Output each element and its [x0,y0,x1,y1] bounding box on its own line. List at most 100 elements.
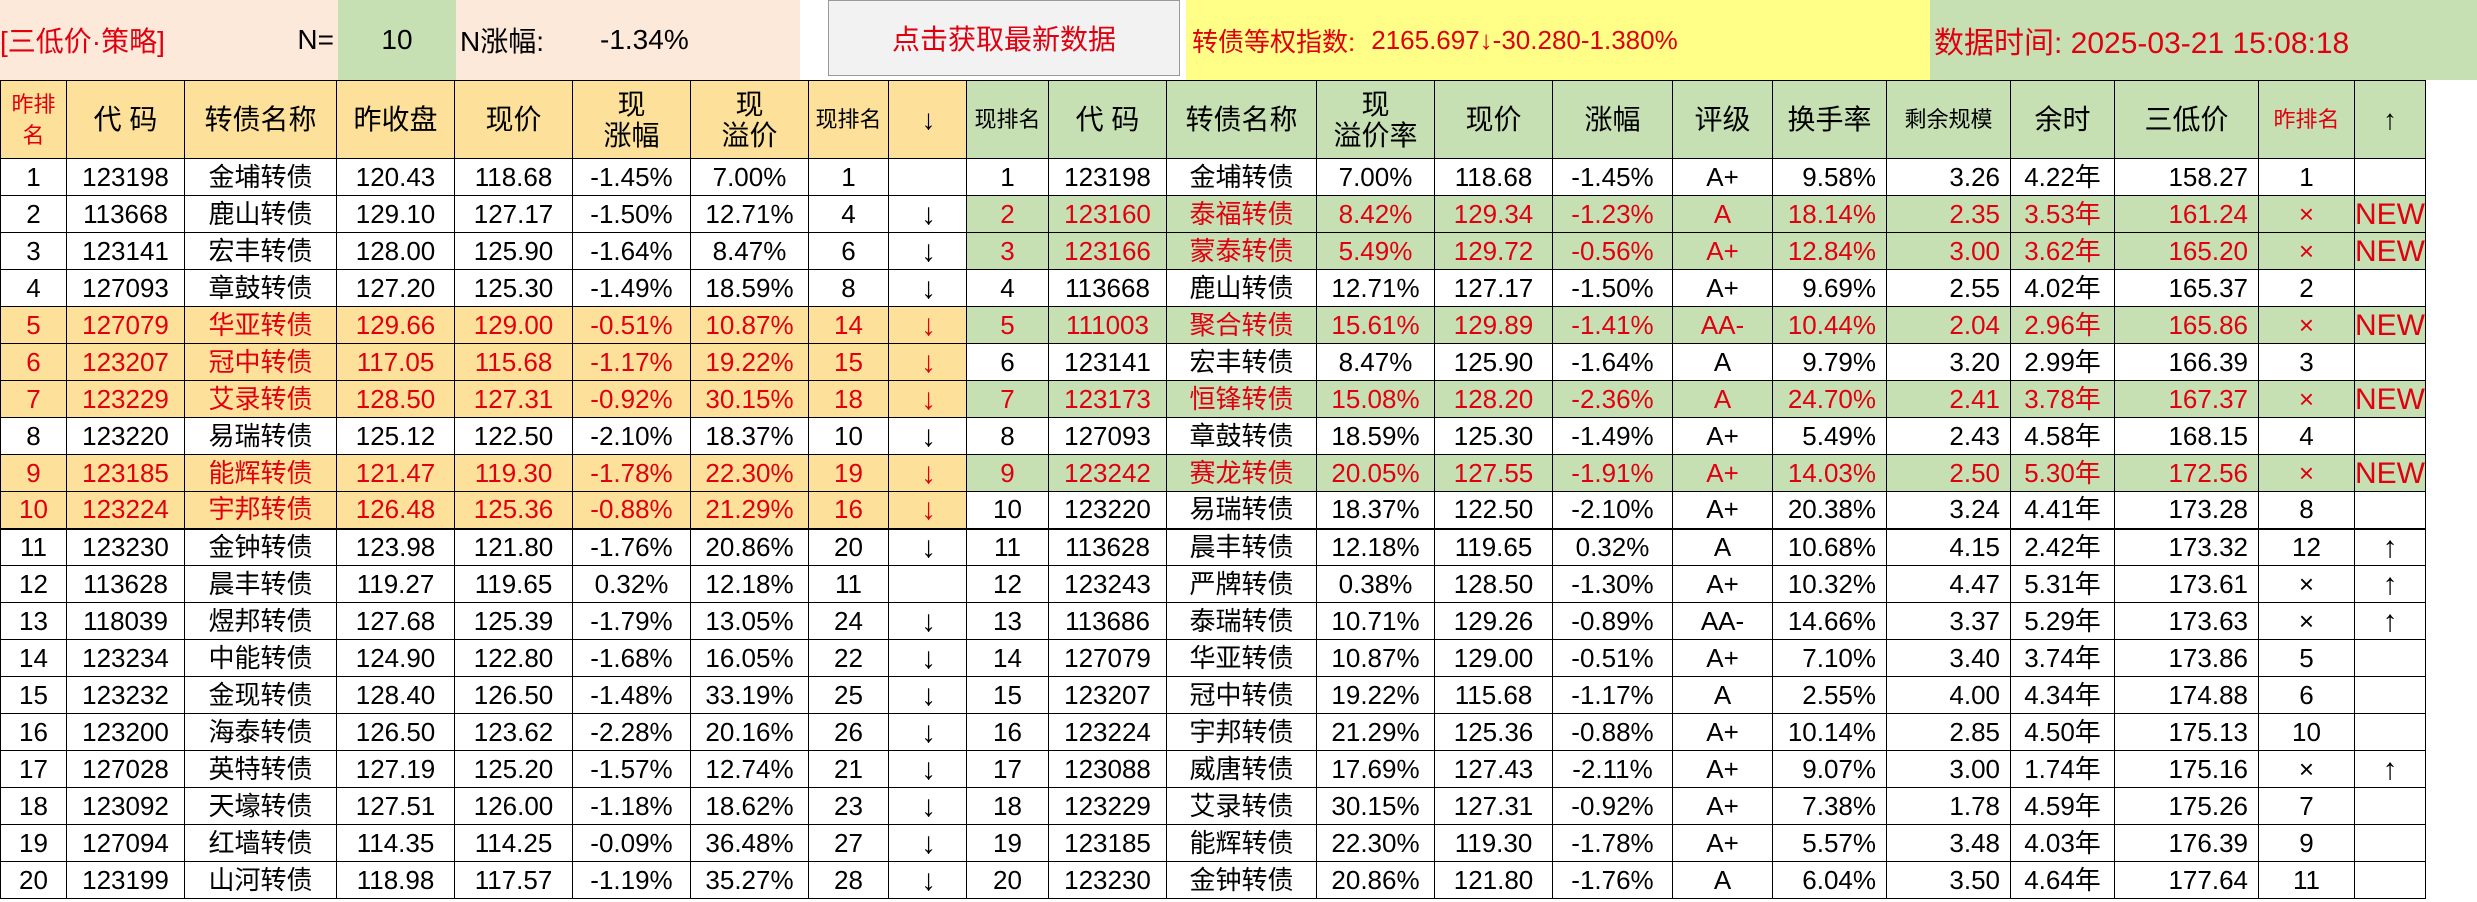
right-table-cell: 30.15% [1316,787,1435,825]
right-table-cell: 3.62年 [2010,232,2115,270]
table-row[interactable]: 8 127093 章鼓转债 18.59% 125.30 -1.49% A+ 5.49% 2.43… [966,417,2426,455]
right-table-header-col-3: 现 溢价率 [1316,80,1435,159]
left-table-header-col-7: 现排名 [808,80,889,159]
right-table-cell: 174.88 [2114,676,2259,714]
right-table-cell: 20.05% [1316,454,1435,492]
right-table-cell: 15 [966,676,1049,714]
table-row[interactable]: 6 123141 宏丰转债 8.47% 125.90 -1.64% A 9.79% 3.20 2.… [966,343,2426,381]
table-row[interactable]: 4 127093 章鼓转债 127.20 125.30 -1.49% 18.59% 8 ↓ [0,269,969,307]
right-table-cell: 129.89 [1434,306,1553,344]
left-table-cell: 23 [808,787,889,825]
table-row[interactable]: 13 118039 煜邦转债 127.68 125.39 -1.79% 13.05% 24 ↓ [0,602,969,640]
right-table-cell: 3.53年 [2010,195,2115,233]
right-table-header-col-11: 昨排名 [2258,80,2355,159]
right-table-header-col-2: 转债名称 [1166,80,1317,159]
left-table-cell: -2.28% [572,713,691,751]
right-table-cell: 15.08% [1316,380,1435,418]
left-table-cell: 129.10 [336,195,455,233]
left-table-cell: 18.62% [690,787,809,825]
left-table-cell: 8 [808,269,889,307]
n-value-cell[interactable]: 10 [338,0,456,80]
strategy-label-text: [三低价·策略] [0,26,165,57]
table-row[interactable]: 19 123185 能辉转债 22.30% 119.30 -1.78% A+ 5.57% 3.4… [966,824,2426,862]
table-row[interactable]: 1 123198 金埔转债 7.00% 118.68 -1.45% A+ 9.58% 3.26 4… [966,158,2426,196]
table-row[interactable]: 8 123220 易瑞转债 125.12 122.50 -2.10% 18.37% 10 ↓ [0,417,969,455]
right-table-cell: 12 [2258,528,2355,566]
table-row[interactable]: 10 123220 易瑞转债 18.37% 122.50 -2.10% A+ 20.38% 3.… [966,491,2426,530]
left-table-cell: 125.30 [454,269,573,307]
table-row[interactable]: 11 113628 晨丰转债 12.18% 119.65 0.32% A 10.68% 4.15… [966,528,2426,566]
right-table: 现排名代 码转债名称现 溢价率 现价 涨幅 评级 换手率 剩余规模 余时 三低价 昨排名 ↑ 11… [966,80,2426,899]
left-table-cell: 126.50 [336,713,455,751]
right-table-cell: ↑ [2354,750,2426,788]
right-table-cell: 3.50 [1886,861,2011,899]
table-row[interactable]: 11 123230 金钟转债 123.98 121.80 -1.76% 20.86% 20 ↓ [0,528,969,566]
left-table-cell: 易瑞转债 [184,417,337,455]
table-row[interactable]: 20 123230 金钟转债 20.86% 121.80 -1.76% A 6.04% 3.50… [966,861,2426,899]
table-row[interactable]: 5 111003 聚合转债 15.61% 129.89 -1.41% AA- 10.44% 2.… [966,306,2426,344]
table-row[interactable]: 12 113628 晨丰转债 119.27 119.65 0.32% 12.18% 11 [0,565,969,603]
table-row[interactable]: 17 127028 英特转债 127.19 125.20 -1.57% 12.74% 21 ↓ [0,750,969,788]
table-row[interactable]: 4 113668 鹿山转债 12.71% 127.17 -1.50% A+ 9.69% 2.55… [966,269,2426,307]
table-row[interactable]: 6 123207 冠中转债 117.05 115.68 -1.17% 19.22% 15 ↓ [0,343,969,381]
right-table-cell: 14 [966,639,1049,677]
table-row[interactable]: 14 127079 华亚转债 10.87% 129.00 -0.51% A+ 7.10% 3.4… [966,639,2426,677]
right-table-cell: 8 [966,417,1049,455]
right-table-cell: NEW [2354,195,2426,233]
table-row[interactable]: 12 123243 严牌转债 0.38% 128.50 -1.30% A+ 10.32% 4.4… [966,565,2426,603]
right-table-cell: × [2258,565,2355,603]
left-table-cell: 10.87% [690,306,809,344]
left-table-cell: 冠中转债 [184,343,337,381]
table-row[interactable]: 20 123199 山河转债 118.98 117.57 -1.19% 35.27% 28 ↓ [0,861,969,899]
right-table-cell: A+ [1672,565,1773,603]
table-row[interactable]: 3 123141 宏丰转债 128.00 125.90 -1.64% 8.47% 6 ↓ [0,232,969,270]
left-table-cell: 123185 [66,454,185,492]
table-row[interactable]: 15 123232 金现转债 128.40 126.50 -1.48% 33.19% 25 ↓ [0,676,969,714]
table-row[interactable]: 13 113686 泰瑞转债 10.71% 129.26 -0.89% AA- 14.66% 3… [966,602,2426,640]
table-row[interactable]: 5 127079 华亚转债 129.66 129.00 -0.51% 10.87% 14 ↓ [0,306,969,344]
refresh-data-button[interactable]: 点击获取最新数据 [828,0,1180,76]
right-table-cell: 20.38% [1772,491,1887,530]
left-table-cell: ↓ [888,232,969,270]
table-row[interactable]: 3 123166 蒙泰转债 5.49% 129.72 -0.56% A+ 12.84% 3.00… [966,232,2426,270]
left-table-cell: 艾录转债 [184,380,337,418]
table-row[interactable]: 2 113668 鹿山转债 129.10 127.17 -1.50% 12.71% 4 ↓ [0,195,969,233]
right-table-header-col-9: 余时 [2010,80,2115,159]
table-row[interactable]: 9 123185 能辉转债 121.47 119.30 -1.78% 22.30% 19 ↓ [0,454,969,492]
left-table-cell: 118.98 [336,861,455,899]
table-row[interactable]: 14 123234 中能转债 124.90 122.80 -1.68% 16.05% 22 ↓ [0,639,969,677]
table-row[interactable]: 9 123242 赛龙转债 20.05% 127.55 -1.91% A+ 14.03% 2.5… [966,454,2426,492]
table-row[interactable]: 7 123173 恒锋转债 15.08% 128.20 -2.36% A 24.70% 2.41… [966,380,2426,418]
left-table-cell: 123232 [66,676,185,714]
right-table-cell: 威唐转债 [1166,750,1317,788]
right-table-cell: NEW [2354,380,2426,418]
n-change-value: -1.34% [586,0,800,80]
table-row[interactable]: 18 123229 艾录转债 30.15% 127.31 -0.92% A+ 7.38% 1.7… [966,787,2426,825]
table-row[interactable]: 1 123198 金埔转债 120.43 118.68 -1.45% 7.00% 1 [0,158,969,196]
right-table-cell: 18.59% [1316,417,1435,455]
right-table-cell: 10.71% [1316,602,1435,640]
table-row[interactable]: 7 123229 艾录转债 128.50 127.31 -0.92% 30.15% 18 ↓ [0,380,969,418]
table-row[interactable]: 16 123200 海泰转债 126.50 123.62 -2.28% 20.16% 26 ↓ [0,713,969,751]
right-table-cell: 173.86 [2114,639,2259,677]
table-row[interactable]: 10 123224 宇邦转债 126.48 125.36 -0.88% 21.29% 16 ↓ [0,491,969,530]
right-table-cell: A [1672,195,1773,233]
right-table-cell: 1.78 [1886,787,2011,825]
right-table-cell: 10.44% [1772,306,1887,344]
right-table-cell: 3 [966,232,1049,270]
right-table-cell: 18.14% [1772,195,1887,233]
table-row[interactable]: 19 127094 红墙转债 114.35 114.25 -0.09% 36.48% 27 ↓ [0,824,969,862]
right-table-cell: -1.17% [1552,676,1673,714]
right-table-cell: A [1672,861,1773,899]
table-row[interactable]: 2 123160 泰福转债 8.42% 129.34 -1.23% A 18.14% 2.35 3… [966,195,2426,233]
left-table-cell: 22.30% [690,454,809,492]
left-table-cell: 18.59% [690,269,809,307]
table-row[interactable]: 15 123207 冠中转债 19.22% 115.68 -1.17% A 2.55% 4.00… [966,676,2426,714]
table-row[interactable]: 18 123092 天壕转债 127.51 126.00 -1.18% 18.62% 23 ↓ [0,787,969,825]
left-table-cell: 126.50 [454,676,573,714]
right-table-cell: A+ [1672,787,1773,825]
table-row[interactable]: 17 123088 威唐转债 17.69% 127.43 -2.11% A+ 9.07% 3.0… [966,750,2426,788]
right-table-cell: ↑ [2354,528,2426,566]
left-table-cell: 8 [0,417,67,455]
table-row[interactable]: 16 123224 宇邦转债 21.29% 125.36 -0.88% A+ 10.14% 2.… [966,713,2426,751]
